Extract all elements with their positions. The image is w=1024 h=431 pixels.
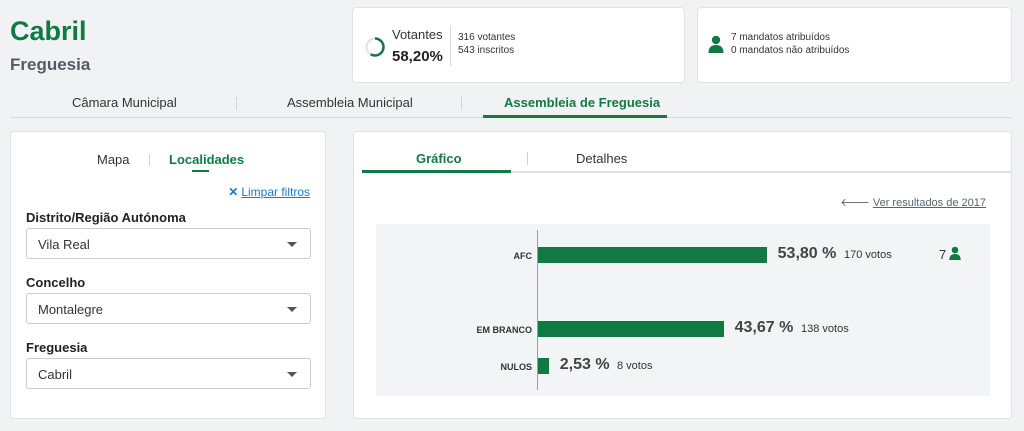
chevron-down-icon bbox=[287, 307, 297, 312]
bar-value-label: 53,80 % bbox=[777, 245, 837, 262]
bar-nulos bbox=[538, 358, 549, 374]
mandates-unassigned: 0 mandatos não atribuídos bbox=[731, 45, 850, 56]
category-label: NULOS bbox=[500, 362, 533, 372]
results-chart: AFC 53,80 % 170 votos 7 EM BRANCO 43,67 … bbox=[376, 224, 990, 396]
tab-mapa[interactable]: Mapa bbox=[97, 152, 130, 167]
divider bbox=[149, 154, 150, 166]
results-panel: Gráfico Detalhes 🡐 Ver resultados de 201… bbox=[353, 131, 1012, 419]
divider bbox=[236, 97, 237, 110]
divider bbox=[527, 152, 528, 165]
district-select[interactable]: Vila Real bbox=[26, 228, 311, 259]
bar-em-branco bbox=[538, 321, 724, 337]
filters-panel: Mapa Localidades ✕ Limpar filtros Distrit… bbox=[10, 131, 326, 419]
chevron-down-icon bbox=[287, 372, 297, 377]
divider bbox=[450, 26, 451, 66]
registered-count: 543 inscritos bbox=[458, 45, 515, 56]
seats-count: 7 bbox=[939, 247, 947, 262]
clear-filters-label: Limpar filtros bbox=[241, 185, 310, 199]
chevron-down-icon bbox=[287, 242, 297, 247]
category-label: AFC bbox=[513, 251, 533, 261]
category-label: EM BRANCO bbox=[476, 325, 533, 335]
bar-value-label: 2,53 % bbox=[559, 356, 610, 373]
tab-assembleia-municipal[interactable]: Assembleia Municipal bbox=[287, 95, 413, 110]
district-value: Vila Real bbox=[38, 237, 90, 252]
person-icon bbox=[949, 246, 961, 260]
tab-detalhes[interactable]: Detalhes bbox=[576, 151, 627, 166]
person-icon bbox=[708, 35, 724, 53]
bar-value-label: 43,67 % bbox=[734, 319, 794, 336]
parish-value: Cabril bbox=[38, 367, 72, 382]
tab-localidades[interactable]: Localidades bbox=[169, 152, 244, 167]
municipality-label: Concelho bbox=[26, 275, 86, 290]
tab-grafico[interactable]: Gráfico bbox=[416, 151, 462, 166]
bar-votes-label: 138 votos bbox=[801, 323, 849, 335]
previous-results-link[interactable]: 🡐 Ver resultados de 2017 bbox=[840, 195, 986, 209]
municipality-value: Montalegre bbox=[38, 302, 104, 317]
municipality-select[interactable]: Montalegre bbox=[26, 293, 311, 324]
bar-afc bbox=[538, 247, 767, 263]
mandates-card: 7 mandatos atribuídos 0 mandatos não atr… bbox=[697, 7, 1012, 83]
district-label: Distrito/Região Autónoma bbox=[26, 210, 186, 225]
active-tab-indicator bbox=[362, 170, 511, 173]
turnout-label: Votantes bbox=[392, 27, 443, 42]
mandates-assigned: 7 mandatos atribuídos bbox=[731, 32, 830, 43]
active-tab-indicator bbox=[483, 115, 667, 118]
previous-results-label: Ver resultados de 2017 bbox=[872, 197, 986, 209]
parish-select[interactable]: Cabril bbox=[26, 358, 311, 389]
tab-assembleia-freguesia[interactable]: Assembleia de Freguesia bbox=[504, 95, 660, 110]
bar-votes-label: 8 votos bbox=[617, 360, 653, 372]
close-icon: ✕ bbox=[228, 185, 239, 199]
page-title: Cabril bbox=[10, 16, 87, 46]
turnout-percent: 58,20% bbox=[392, 48, 443, 65]
voters-count: 316 votantes bbox=[458, 32, 516, 43]
tab-camara-municipal[interactable]: Câmara Municipal bbox=[72, 95, 177, 110]
active-tab-indicator bbox=[192, 170, 209, 172]
clear-filters-link[interactable]: ✕ Limpar filtros bbox=[228, 185, 310, 199]
bar-votes-label: 170 votos bbox=[844, 249, 892, 261]
arrow-left-icon: 🡐 bbox=[840, 197, 870, 209]
page-subtitle: Freguesia bbox=[10, 55, 91, 74]
voters-card: Votantes 58,20% 316 votantes 543 inscrit… bbox=[352, 7, 685, 83]
parish-label: Freguesia bbox=[26, 340, 88, 355]
divider bbox=[461, 97, 462, 110]
election-tabs: Câmara Municipal Assembleia Municipal As… bbox=[10, 88, 1012, 118]
turnout-ring-icon bbox=[365, 37, 385, 57]
results-tabs: Gráfico Detalhes bbox=[362, 132, 1012, 173]
